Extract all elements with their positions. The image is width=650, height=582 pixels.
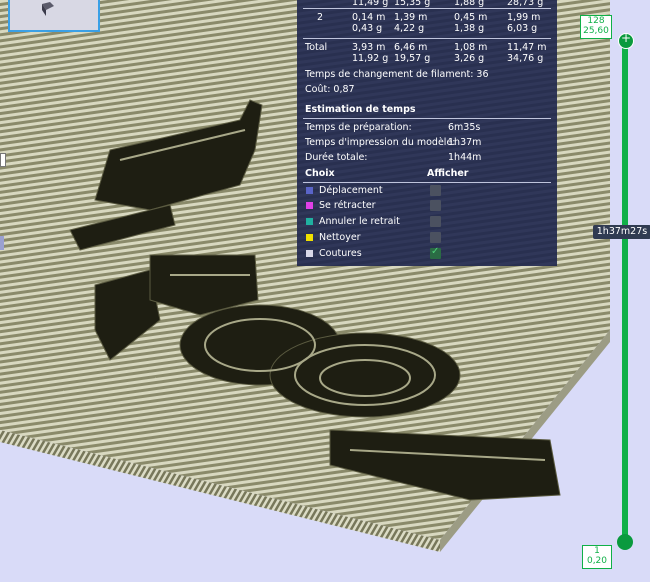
separator <box>303 182 551 183</box>
legend-item-travel: Déplacement <box>297 184 557 198</box>
legend-item-unretract: Annuler le retrait <box>297 215 557 229</box>
color-swatch <box>306 202 313 209</box>
color-swatch <box>306 234 313 241</box>
top-layer-label: 128 25,60 <box>580 15 612 39</box>
filament-change-time: Temps de changement de filament: 36 <box>305 69 489 80</box>
show-travel-checkbox[interactable] <box>430 185 441 196</box>
total-time-row: Durée totale: 1h44m <box>305 152 482 163</box>
print-time-row: Temps d'impression du modèle: 1h37m <box>305 137 482 148</box>
legend-item-retract: Se rétracter <box>297 199 557 213</box>
color-swatch <box>306 250 313 257</box>
bottom-layer-handle[interactable] <box>617 534 633 550</box>
cube-view-icon <box>42 2 54 16</box>
layer-slider-track[interactable] <box>622 38 628 542</box>
extruder-2-weight-row: 0,43 g 4,22 g 1,38 g 6,03 g <box>352 23 538 34</box>
color-swatch <box>306 187 313 194</box>
show-wipe-checkbox[interactable] <box>430 232 441 243</box>
total-weight-row: 11,92 g 19,57 g 3,26 g 34,76 g <box>352 53 544 64</box>
show-seams-checkbox[interactable] <box>430 246 441 259</box>
legend-item-wipe: Nettoyer <box>297 231 557 245</box>
show-retract-checkbox[interactable] <box>430 200 441 211</box>
legend-item-seams: Coutures <box>297 246 557 261</box>
separator <box>303 8 551 9</box>
separator <box>303 118 551 119</box>
prep-time-row: Temps de préparation: 6m35s <box>305 122 481 133</box>
left-edge-marker <box>0 236 4 250</box>
navigation-thumbnail[interactable] <box>8 0 100 32</box>
color-swatch <box>306 218 313 225</box>
top-layer-handle[interactable] <box>618 31 634 49</box>
slice-statistics-panel: 11,49 g 15,35 g 1,88 g 28,73 g 2 0,14 m … <box>297 0 557 266</box>
bottom-layer-label: 1 0,20 <box>582 545 612 569</box>
estimated-time-label: 1h37m27s <box>593 225 650 239</box>
separator <box>303 38 551 39</box>
left-edge-marker <box>0 153 6 167</box>
legend-header: Choix Afficher <box>305 168 469 179</box>
cost: Coût: 0,87 <box>305 84 355 95</box>
time-estimate-header: Estimation de temps <box>305 104 416 115</box>
show-unretract-checkbox[interactable] <box>430 216 441 227</box>
